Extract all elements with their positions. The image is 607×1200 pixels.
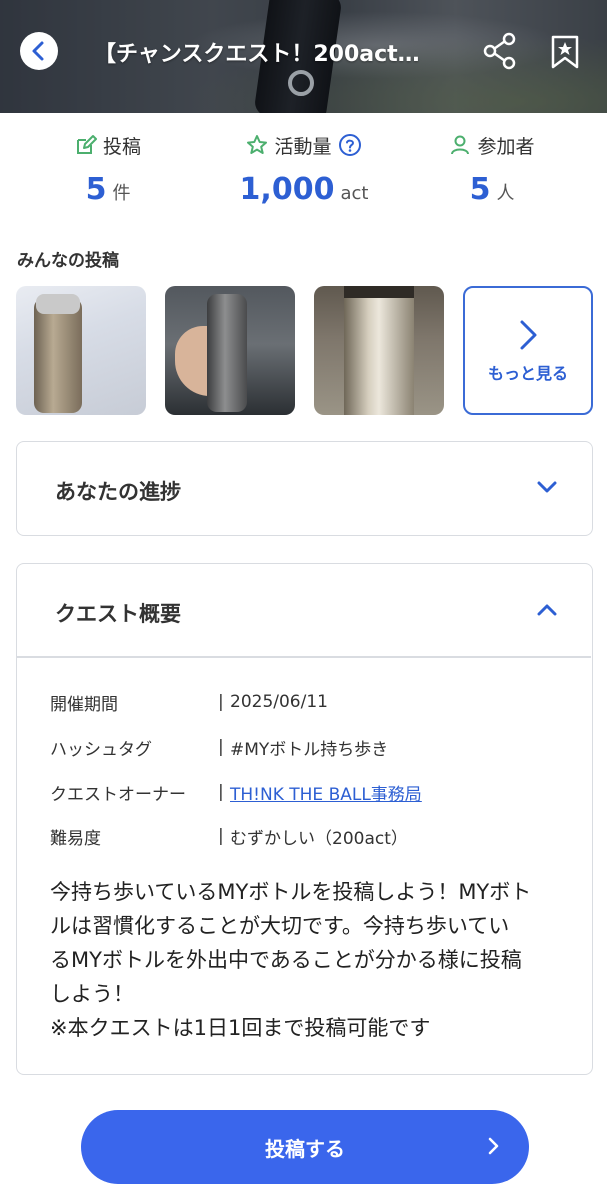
info-key: ハッシュタグ	[50, 739, 152, 760]
post-thumbnail[interactable]	[165, 286, 295, 415]
stat-activity-unit: act	[340, 183, 369, 204]
chevron-right-icon	[520, 320, 537, 349]
back-button[interactable]	[20, 32, 58, 70]
info-value: むずかしい（200act）	[230, 828, 408, 849]
info-row-hashtag: ハッシュタグ | #MYボトル持ち歩き	[50, 732, 388, 762]
post-button-label: 投稿する	[265, 1136, 345, 1161]
progress-title: あなたの進捗	[55, 480, 181, 504]
stat-posts-unit: 件	[112, 183, 131, 204]
info-value: #MYボトル持ち歩き	[230, 739, 389, 760]
quest-description: 今持ち歩いているMYボトルを投稿しよう！MYボト ルは習慣化することが大切です。…	[50, 875, 570, 1045]
info-row-difficulty: 難易度 | むずかしい（200act）	[50, 821, 408, 851]
bookmark-star-icon	[551, 35, 579, 69]
description-line: ルは習慣化することが大切です。今持ち歩いてい	[50, 914, 510, 938]
post-thumbnail[interactable]	[314, 286, 444, 415]
info-separator: |	[218, 737, 224, 757]
stat-posts-label: 投稿	[102, 135, 141, 158]
help-icon[interactable]	[338, 133, 362, 157]
quest-header-image: 【チャンスクエスト！200act…	[0, 0, 607, 113]
chevron-right-icon	[488, 1137, 499, 1155]
stat-activity-value: 1,000	[239, 172, 335, 207]
stat-activity-label: 活動量	[274, 135, 332, 158]
posts-section-title: みんなの投稿	[17, 251, 119, 271]
info-separator: |	[218, 826, 224, 846]
progress-accordion[interactable]: あなたの進捗	[16, 441, 593, 536]
info-key: 難易度	[50, 828, 101, 849]
stat-posts-value: 5	[85, 172, 107, 207]
page-title: 【チャンスクエスト！200act…	[94, 42, 420, 67]
quest-owner-link[interactable]: TH!NK THE BALL事務局	[230, 780, 422, 805]
stat-activity: 活動量 1,000 act	[204, 128, 404, 207]
description-line: 今持ち歩いているMYボトルを投稿しよう！MYボト	[50, 880, 532, 904]
stat-posts: 投稿 5 件	[8, 128, 208, 207]
overview-divider	[17, 656, 591, 658]
description-line: るMYボトルを外出中であることが分かる様に投稿	[50, 948, 522, 972]
post-thumbnail[interactable]	[16, 286, 146, 415]
stat-participants-label: 参加者	[477, 135, 535, 158]
share-button[interactable]	[482, 32, 518, 70]
person-icon	[451, 135, 470, 155]
chevron-left-icon	[32, 41, 44, 61]
bookmark-button[interactable]	[549, 34, 581, 70]
see-more-label: もっと見る	[487, 363, 568, 383]
chevron-down-icon	[537, 481, 557, 493]
header-photo-bottle-ring	[288, 70, 314, 96]
edit-icon	[76, 135, 97, 154]
quest-overview-accordion: クエスト概要 開催期間 | 2025/06/11 ハッシュタグ | #MYボトル…	[16, 563, 593, 1075]
info-key: 開催期間	[50, 694, 118, 715]
overview-title: クエスト概要	[55, 602, 181, 626]
share-icon	[483, 32, 516, 70]
info-separator: |	[218, 782, 224, 802]
description-line: ※本クエストは1日1回まで投稿可能です	[50, 1016, 431, 1040]
stat-participants-value: 5	[469, 172, 491, 207]
description-line: しよう！	[50, 982, 134, 1006]
stat-participants: 参加者 5 人	[392, 128, 592, 207]
quest-stats: 投稿 5 件 活動量 1,000 act 参加者 5 人	[0, 128, 607, 228]
info-row-owner: クエストオーナー | TH!NK THE BALL事務局	[50, 777, 422, 807]
overview-header[interactable]: クエスト概要	[17, 564, 591, 656]
info-key: クエストオーナー	[50, 784, 186, 805]
stat-participants-unit: 人	[496, 183, 515, 204]
see-more-posts-button[interactable]: もっと見る	[463, 286, 593, 415]
info-row-period: 開催期間 | 2025/06/11	[50, 687, 328, 717]
star-icon	[247, 135, 268, 154]
info-separator: |	[218, 692, 224, 712]
post-button[interactable]: 投稿する	[81, 1110, 529, 1184]
chevron-up-icon	[537, 604, 557, 616]
info-value: 2025/06/11	[230, 692, 328, 712]
